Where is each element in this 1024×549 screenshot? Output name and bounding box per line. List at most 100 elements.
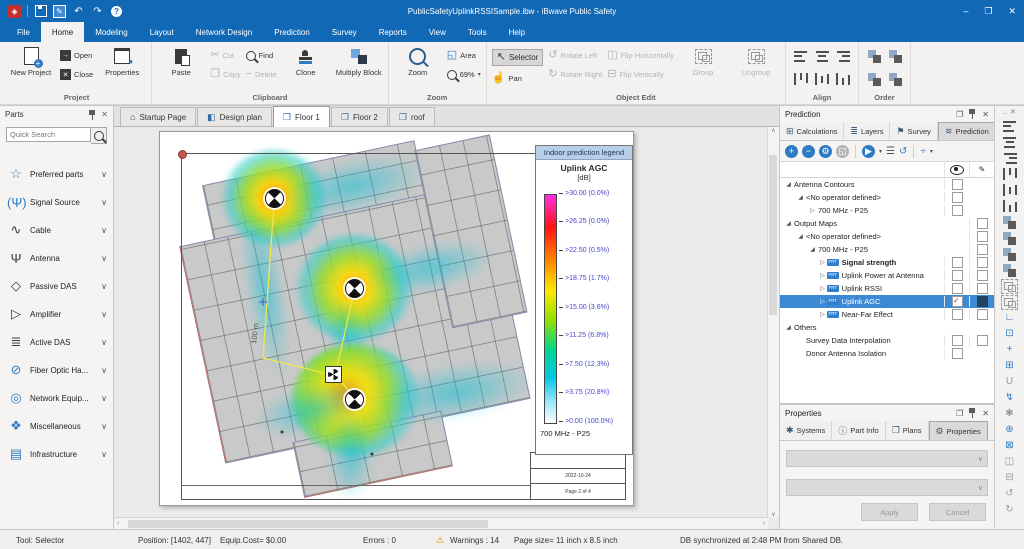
tab-reports[interactable]: Reports xyxy=(368,22,418,42)
edit-checkbox[interactable] xyxy=(977,257,988,268)
chevron-down-icon[interactable]: ▾ xyxy=(930,148,933,155)
expander-icon[interactable]: ◢ xyxy=(780,220,793,227)
tab-tools[interactable]: Tools xyxy=(457,22,498,42)
tree-row-survey-data-interpolation[interactable]: Survey Data Interpolation xyxy=(780,334,994,347)
tree-row-700mhz-p25[interactable]: ◢ 700 MHz - P25 xyxy=(780,243,994,256)
parts-item-fiber-optic[interactable]: ⊘ Fiber Optic Ha... ∨ xyxy=(0,356,113,384)
maximize-button[interactable]: ❐ xyxy=(984,6,992,17)
scroll-left-icon[interactable]: ‹ xyxy=(117,520,119,527)
tab-layers[interactable]: ≣ Layers xyxy=(844,122,890,140)
visibility-checkbox[interactable] xyxy=(952,257,963,268)
apply-button[interactable]: Apply xyxy=(861,503,918,521)
chevron-down-icon[interactable]: ∨ xyxy=(101,170,109,179)
expander-icon[interactable]: ◢ xyxy=(780,324,793,331)
align-center-button[interactable] xyxy=(995,134,1024,150)
parts-item-cable[interactable]: ∿ Cable ∨ xyxy=(0,216,113,244)
send-backward-button[interactable] xyxy=(995,246,1024,262)
cancel-button[interactable]: Cancel xyxy=(929,503,986,521)
bring-to-front-button[interactable] xyxy=(885,48,905,64)
splitter-symbol[interactable] xyxy=(325,366,342,383)
open-button[interactable]: → Open xyxy=(60,49,93,62)
edit-checkbox[interactable] xyxy=(977,283,988,294)
group-button[interactable]: Group xyxy=(679,43,727,77)
align-center-button[interactable] xyxy=(812,48,832,64)
tab-properties[interactable]: ⚙ Properties xyxy=(929,421,988,440)
redo-icon[interactable]: ↷ xyxy=(91,5,104,18)
cable-route-button[interactable]: ↯ xyxy=(995,390,1024,406)
property-dropdown[interactable]: ∨ xyxy=(786,450,988,467)
send-to-back-button[interactable] xyxy=(885,71,905,87)
align-left-button[interactable] xyxy=(995,118,1024,134)
tree-row-no-operator[interactable]: ◢ <No operator defined> xyxy=(780,191,994,204)
settings-icon[interactable]: ⚙ xyxy=(819,145,832,158)
edit-checkbox[interactable] xyxy=(977,244,988,255)
pin-icon[interactable] xyxy=(968,109,977,119)
visibility-checkbox[interactable] xyxy=(952,179,963,190)
copy-button[interactable]: ❐ Copy xyxy=(210,68,240,81)
group-button[interactable] xyxy=(995,278,1024,294)
visibility-checkbox[interactable] xyxy=(952,270,963,281)
pan-button[interactable]: ☝ Pan xyxy=(492,72,544,85)
align-top-button[interactable] xyxy=(995,166,1024,182)
selection-frame-button[interactable]: ⊡ xyxy=(995,326,1024,342)
status-errors[interactable]: Errors : 0 xyxy=(363,536,396,545)
ungroup-button[interactable] xyxy=(995,294,1024,310)
expander-icon[interactable]: ▷ xyxy=(780,311,827,318)
bring-to-front-button[interactable] xyxy=(995,230,1024,246)
flip-vertical-button[interactable]: ⊟ Flip Vertically xyxy=(607,68,674,81)
flip-vertical-button[interactable]: ⊟ xyxy=(995,470,1024,486)
parts-item-infrastructure[interactable]: ▤ Infrastructure ∨ xyxy=(0,440,113,468)
tab-plans[interactable]: ❐ Plans xyxy=(886,421,929,440)
chevron-down-icon[interactable]: ∨ xyxy=(101,310,109,319)
close-button[interactable]: ✕ xyxy=(1008,6,1016,17)
tab-design-plan[interactable]: ◧ Design plan xyxy=(197,107,272,126)
visibility-checkbox[interactable] xyxy=(952,348,963,359)
undo-icon[interactable]: ↶ xyxy=(72,5,85,18)
align-middle-button[interactable] xyxy=(995,182,1024,198)
expander-icon[interactable]: ◢ xyxy=(780,181,793,188)
property-dropdown[interactable]: ∨ xyxy=(786,479,988,496)
expander-icon[interactable]: ◢ xyxy=(780,194,805,201)
close-project-button[interactable]: ✕ Close xyxy=(60,68,93,81)
tab-startup-page[interactable]: ⌂ Startup Page xyxy=(120,107,196,126)
find-button[interactable]: Find xyxy=(246,49,277,62)
tab-prediction-panel[interactable]: ≋ Prediction xyxy=(938,122,996,140)
close-panel-icon[interactable]: ✕ xyxy=(982,409,989,418)
drawing-canvas[interactable]: 100 m Indoor prediction legend xyxy=(114,127,779,529)
selector-button[interactable]: ↖ Selector xyxy=(492,49,544,66)
parts-item-network-equipment[interactable]: ◎ Network Equip... ∨ xyxy=(0,384,113,412)
horizontal-scroll-thumb[interactable] xyxy=(128,520,488,528)
status-warnings[interactable]: Warnings : 14 xyxy=(450,536,499,545)
search-icon[interactable] xyxy=(91,127,107,144)
antenna-symbol[interactable] xyxy=(345,279,364,298)
flip-horizontal-button[interactable]: ◫ xyxy=(995,454,1024,470)
add-prediction-icon[interactable]: + xyxy=(785,145,798,158)
float-panel-icon[interactable]: ❐ xyxy=(956,110,963,119)
expander-icon[interactable]: ▷ xyxy=(780,272,827,279)
chevron-down-icon[interactable]: ∨ xyxy=(101,254,109,263)
tree-row-near-far-effect[interactable]: ▷ FRT Near-Far Effect xyxy=(780,308,994,321)
zoom-area-button[interactable]: ◱ Area xyxy=(447,49,481,62)
pin-icon[interactable] xyxy=(88,110,97,120)
align-middle-button[interactable] xyxy=(812,71,832,87)
expander-icon[interactable]: ▷ xyxy=(780,259,827,266)
parts-item-active-das[interactable]: ≣ Active DAS ∨ xyxy=(0,328,113,356)
edit-checkbox[interactable] xyxy=(977,296,988,307)
antenna-symbol[interactable] xyxy=(265,189,284,208)
u-route-button[interactable]: U xyxy=(995,374,1024,390)
tab-layout[interactable]: Layout xyxy=(139,22,185,42)
tab-floor-1[interactable]: ❐ Floor 1 xyxy=(273,106,330,127)
rotate-right-button[interactable]: ↻ xyxy=(995,502,1024,518)
run-prediction-icon[interactable]: ▶ xyxy=(862,145,875,158)
tree-row-no-operator[interactable]: ◢ <No operator defined> xyxy=(780,230,994,243)
edit-checkbox[interactable] xyxy=(977,270,988,281)
tree-row-output-maps[interactable]: ◢ Output Maps xyxy=(780,217,994,230)
tree-row-donor-antenna-isolation[interactable]: Donor Antenna Isolation xyxy=(780,347,994,360)
tab-calculations[interactable]: ⊞ Calculations xyxy=(780,122,844,140)
pin-icon[interactable] xyxy=(968,408,977,418)
visibility-checkbox[interactable] xyxy=(952,205,963,216)
tab-home[interactable]: Home xyxy=(41,22,84,42)
rotate-left-button[interactable]: ↺ Rotate Left xyxy=(548,49,602,62)
visibility-checkbox[interactable] xyxy=(952,335,963,346)
zoom-level-dropdown[interactable]: 69% ▾ xyxy=(447,68,481,81)
